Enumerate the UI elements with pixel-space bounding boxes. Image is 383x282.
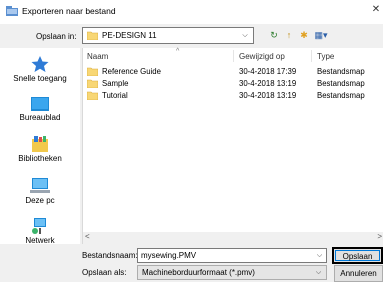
folder-icon bbox=[87, 67, 98, 76]
app-icon bbox=[6, 6, 18, 16]
back-button[interactable]: ↻ bbox=[268, 28, 280, 43]
save-button[interactable]: Opslaan bbox=[332, 247, 383, 264]
folder-icon bbox=[87, 31, 98, 40]
star-icon bbox=[31, 56, 49, 72]
place-quick-access[interactable]: Snelle toegang bbox=[0, 56, 80, 83]
place-label: Deze pc bbox=[25, 196, 55, 205]
window-title: Exporteren naar bestand bbox=[22, 6, 116, 16]
close-button[interactable]: ✕ bbox=[369, 0, 383, 20]
cancel-button[interactable]: Annuleren bbox=[334, 265, 383, 282]
file-type: Bestandsmap bbox=[317, 67, 365, 76]
save-as-type-dropdown[interactable]: Machineborduurformaat (*.pmv) ⌵ bbox=[137, 265, 327, 280]
save-in-label: Opslaan in: bbox=[36, 32, 77, 41]
places-bar: Snelle toegang Bureaublad Bibliotheken D… bbox=[0, 48, 80, 245]
scroll-right-icon[interactable]: > bbox=[377, 232, 382, 241]
file-type: Bestandsmap bbox=[317, 91, 365, 100]
column-header-name[interactable]: Naam bbox=[87, 52, 108, 61]
file-row-sample[interactable]: Sample 30-4-2018 13:19 Bestandsmap bbox=[83, 78, 383, 89]
file-modified: 30-4-2018 13:19 bbox=[239, 79, 297, 88]
chevron-down-icon[interactable]: ⌵ bbox=[313, 249, 326, 262]
file-name: Tutorial bbox=[102, 91, 128, 100]
place-this-pc[interactable]: Deze pc bbox=[0, 178, 80, 205]
view-menu-button[interactable]: ▦▾ bbox=[312, 28, 330, 43]
sort-ascending-icon: ^ bbox=[176, 48, 180, 55]
file-row-tutorial[interactable]: Tutorial 30-4-2018 13:19 Bestandsmap bbox=[83, 90, 383, 101]
computer-icon bbox=[30, 178, 50, 193]
libraries-icon bbox=[32, 136, 48, 152]
horizontal-scrollbar[interactable]: < > bbox=[83, 232, 383, 244]
scroll-left-icon[interactable]: < bbox=[85, 232, 90, 241]
folder-icon bbox=[87, 91, 98, 100]
place-label: Netwerk bbox=[25, 236, 55, 245]
file-name: Sample bbox=[102, 79, 129, 88]
file-type: Bestandsmap bbox=[317, 79, 365, 88]
save-in-value: PE-DESIGN 11 bbox=[102, 31, 157, 40]
place-label: Bibliotheken bbox=[18, 154, 62, 163]
column-divider[interactable] bbox=[233, 50, 234, 62]
save-button-label: Opslaan bbox=[335, 250, 380, 261]
new-folder-button[interactable]: ✱ bbox=[298, 28, 310, 43]
file-name: Reference Guide bbox=[102, 67, 161, 76]
chevron-down-icon[interactable]: ⌵ bbox=[238, 28, 252, 43]
place-label: Snelle toegang bbox=[13, 74, 67, 83]
chevron-down-icon[interactable]: ⌵ bbox=[312, 266, 325, 279]
column-header-type[interactable]: Type bbox=[317, 52, 334, 61]
up-folder-button[interactable]: ↑ bbox=[283, 28, 295, 43]
filename-input[interactable] bbox=[137, 248, 327, 263]
folder-icon bbox=[87, 79, 98, 88]
save-dialog: Exporteren naar bestand ✕ Opslaan in: PE… bbox=[0, 0, 383, 282]
desktop-icon bbox=[31, 97, 49, 111]
file-list[interactable]: ^ Naam Gewijzigd op Type Reference Guide… bbox=[82, 48, 383, 244]
file-modified: 30-4-2018 13:19 bbox=[239, 91, 297, 100]
title-bar: Exporteren naar bestand ✕ bbox=[0, 0, 383, 24]
save-as-type-value: Machineborduurformaat (*.pmv) bbox=[142, 268, 255, 277]
save-as-type-label: Opslaan als: bbox=[82, 268, 127, 277]
column-header-modified[interactable]: Gewijzigd op bbox=[239, 52, 285, 61]
file-row-reference-guide[interactable]: Reference Guide 30-4-2018 17:39 Bestands… bbox=[83, 66, 383, 77]
save-in-dropdown[interactable]: PE-DESIGN 11 ⌵ bbox=[82, 27, 254, 44]
place-label: Bureaublad bbox=[19, 113, 61, 122]
place-network[interactable]: Netwerk bbox=[0, 218, 80, 245]
place-desktop[interactable]: Bureaublad bbox=[0, 97, 80, 122]
filename-label: Bestandsnaam: bbox=[82, 251, 138, 260]
place-libraries[interactable]: Bibliotheken bbox=[0, 136, 80, 163]
column-divider[interactable] bbox=[311, 50, 312, 62]
file-modified: 30-4-2018 17:39 bbox=[239, 67, 297, 76]
network-icon bbox=[32, 218, 46, 234]
